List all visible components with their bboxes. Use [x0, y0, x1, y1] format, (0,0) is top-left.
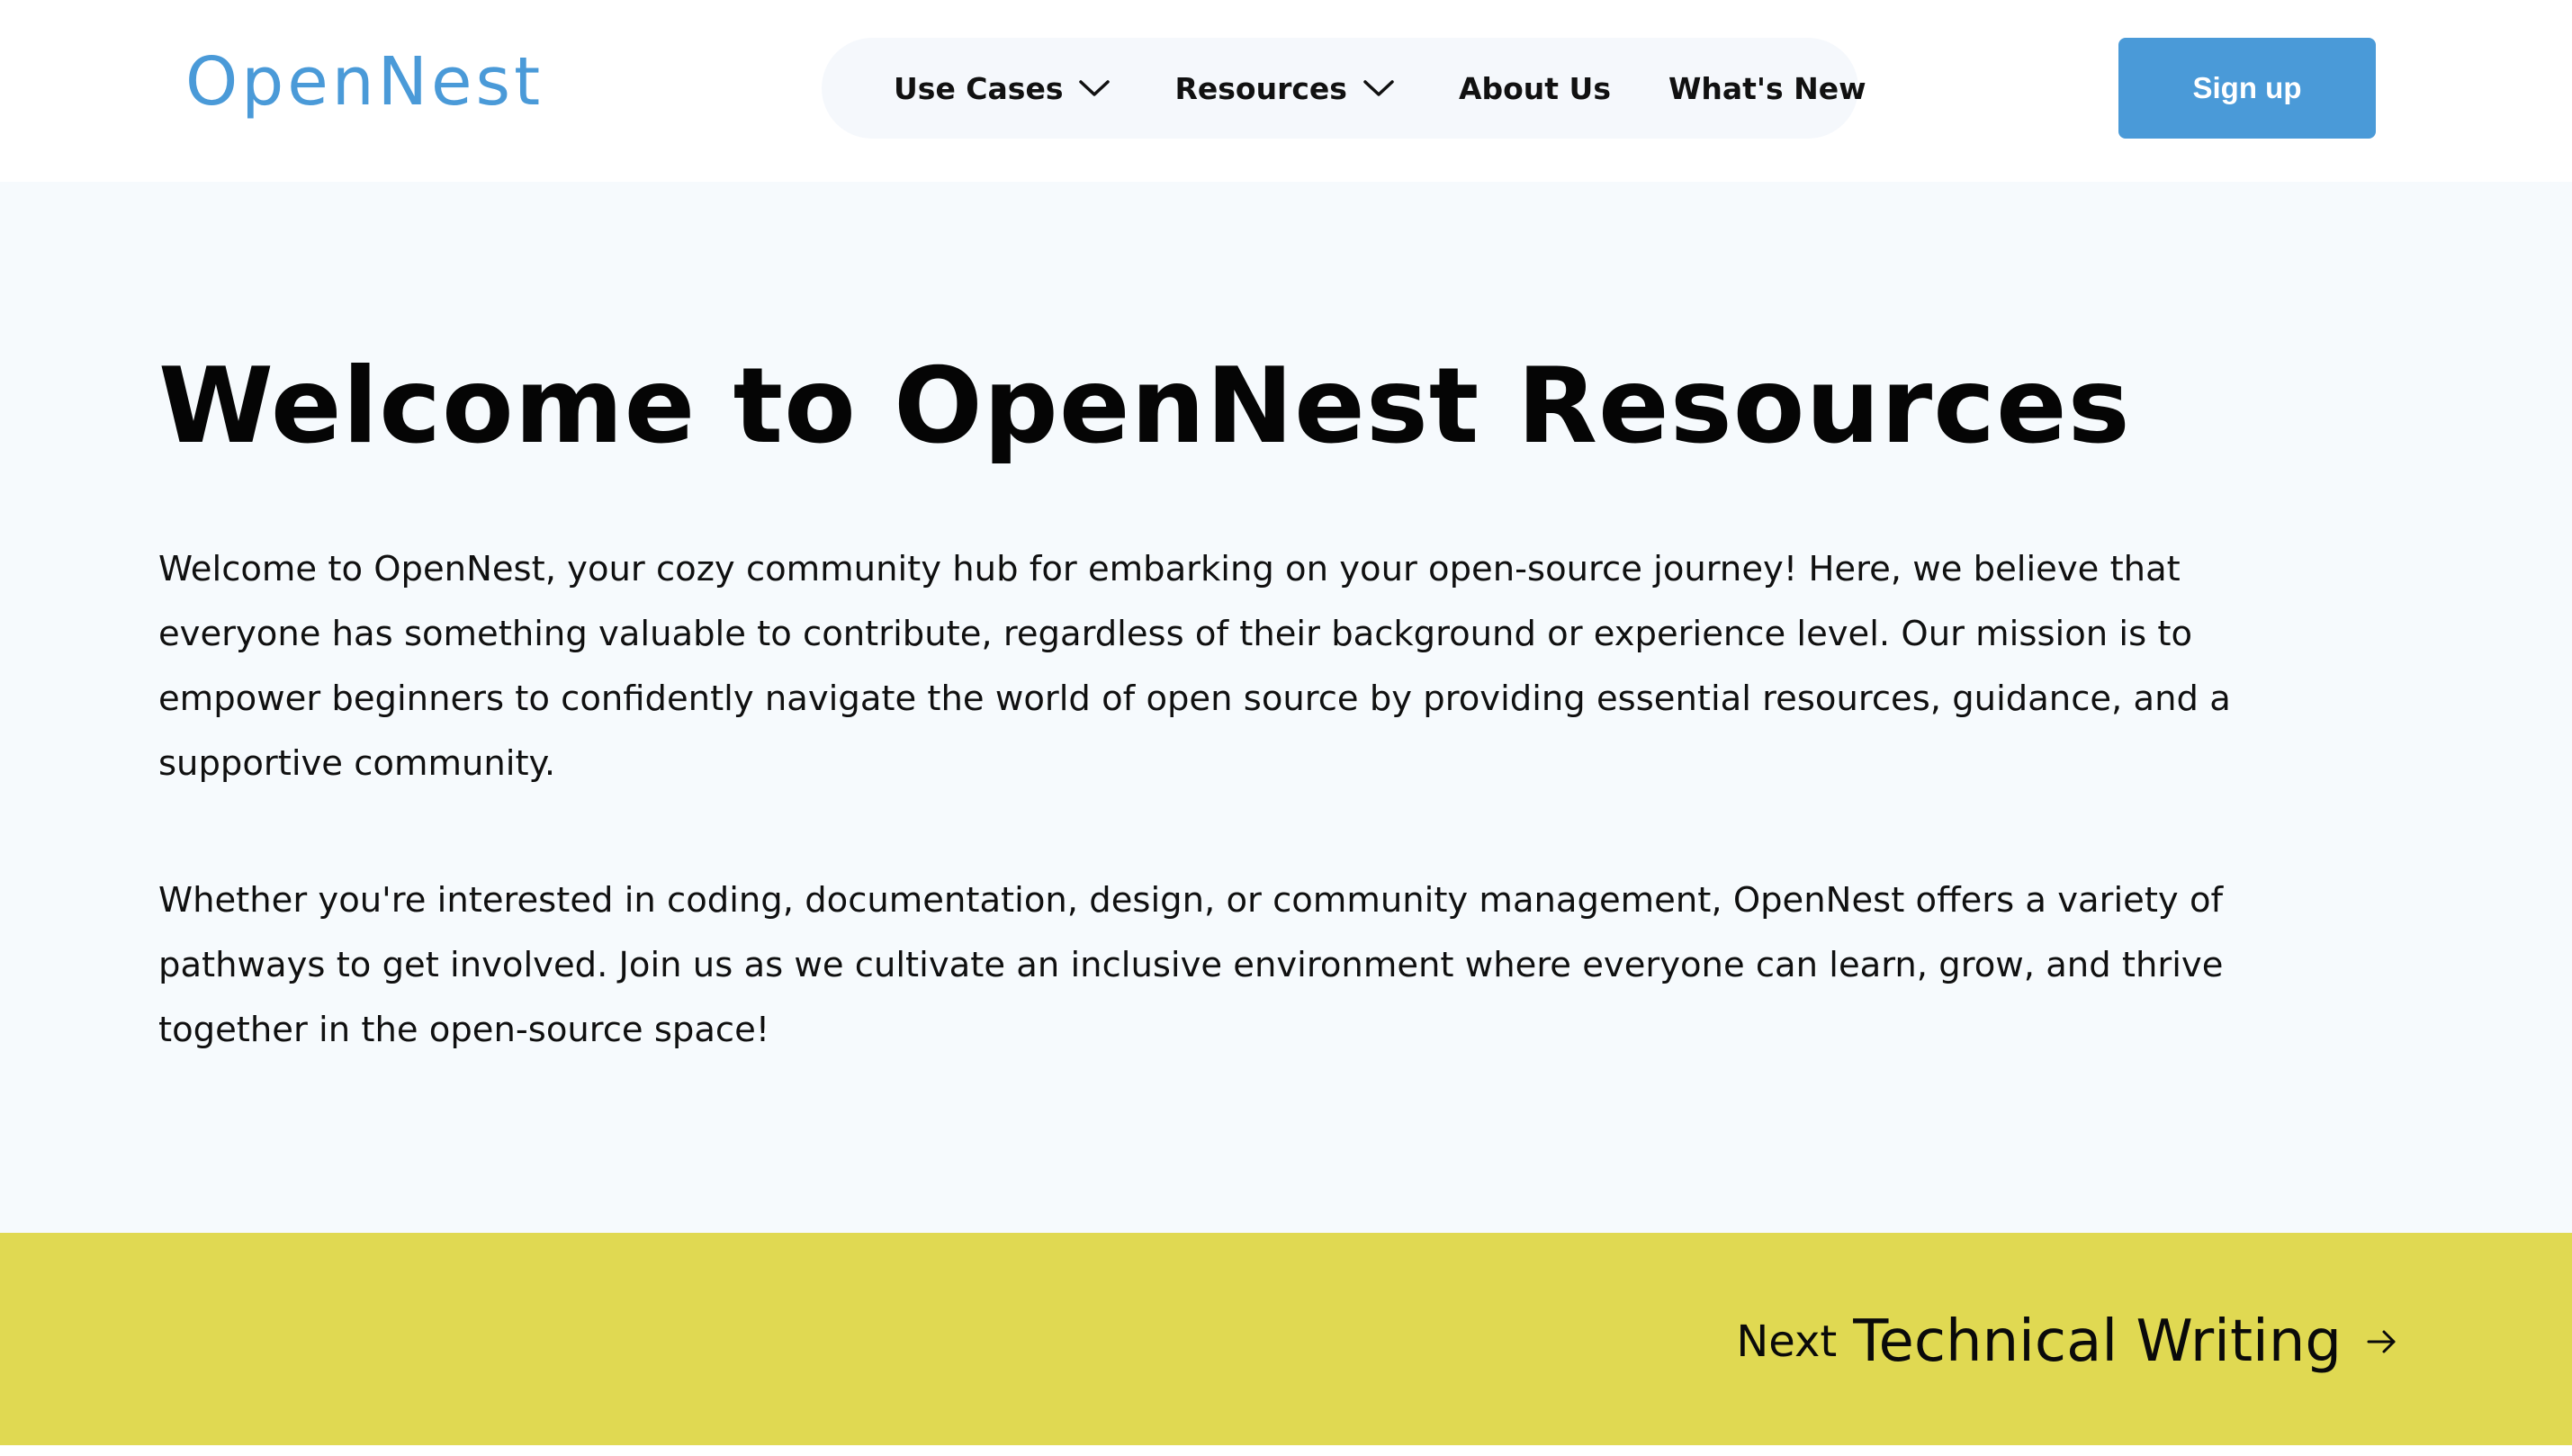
intro-paragraph: Welcome to OpenNest, your cozy community…: [158, 549, 2231, 784]
chevron-down-icon: [1077, 77, 1111, 99]
nav-item-label: Resources: [1174, 70, 1347, 106]
nav-item-whats-new[interactable]: What's New: [1668, 71, 1866, 106]
next-page-title: Technical Writing: [1853, 1308, 2342, 1375]
sign-up-button[interactable]: Sign up: [2118, 38, 2376, 139]
nav-item-resources[interactable]: Resources: [1174, 71, 1395, 106]
next-page-bar: Next Technical Writing: [0, 1233, 2572, 1445]
nav-item-use-cases[interactable]: Use Cases: [894, 71, 1111, 106]
main-nav: Use Cases Resources About Us What's New: [822, 38, 1866, 139]
pathways-paragraph: Whether you're interested in coding, doc…: [158, 880, 2224, 1050]
page-title: Welcome to OpenNest Resources: [158, 346, 2131, 467]
next-page-link[interactable]: Next Technical Writing: [1736, 1301, 2399, 1382]
logo[interactable]: OpenNest: [185, 41, 544, 122]
nav-item-about-us[interactable]: About Us: [1459, 71, 1611, 106]
chevron-down-icon: [1362, 77, 1396, 99]
nav-item-label: Use Cases: [894, 70, 1064, 106]
arrow-right-icon: [2363, 1324, 2399, 1360]
page-bottom-edge: [0, 1445, 2572, 1456]
next-label: Next: [1736, 1317, 1838, 1367]
nav-item-label: What's New: [1668, 70, 1866, 106]
site-header: OpenNest Use Cases Resources About Us Wh…: [0, 0, 2572, 182]
hero-section: Welcome to OpenNest Resources Welcome to…: [0, 182, 2572, 1233]
nav-item-label: About Us: [1458, 70, 1611, 106]
